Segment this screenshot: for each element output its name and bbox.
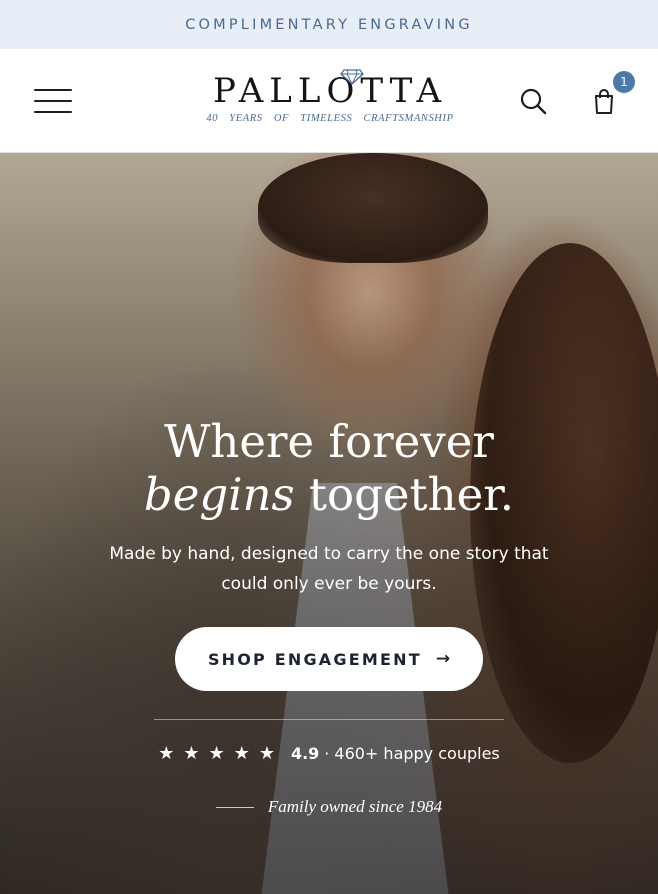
announcement-text: COMPLIMENTARY ENGRAVING	[185, 16, 473, 33]
rating-summary: ★ ★ ★ ★ ★ 4.9 · 460+ happy couples	[158, 743, 500, 764]
brand-name: PALLOTTA	[212, 71, 448, 111]
family-note: Family owned since 1984	[0, 797, 658, 817]
shopping-bag-icon[interactable]	[589, 86, 619, 116]
site-header: PALLOTTA 40 YEARS OF TIMELESS CRAFTSMANS…	[0, 49, 658, 153]
arrow-right-icon: →	[435, 649, 451, 669]
hero-subtext: Made by hand, designed to carry the one …	[109, 544, 549, 594]
hero-headline: Where forever begins together.	[143, 415, 515, 521]
diamond-icon	[340, 69, 364, 85]
announcement-bar: COMPLIMENTARY ENGRAVING	[0, 0, 658, 49]
divider	[154, 719, 504, 720]
star-icon: ★	[183, 743, 200, 764]
rating-score: 4.9	[290, 744, 320, 763]
brand-logo[interactable]: PALLOTTA 40 YEARS OF TIMELESS CRAFTSMANS…	[190, 69, 470, 133]
star-icon: ★	[208, 743, 225, 764]
cart-count-badge: 1	[613, 71, 635, 93]
search-icon[interactable]	[518, 86, 548, 116]
star-icon: ★	[258, 743, 275, 764]
shop-engagement-button[interactable]: SHOP ENGAGEMENT →	[175, 627, 483, 691]
star-rating: ★ ★ ★ ★ ★	[158, 743, 275, 764]
star-icon: ★	[233, 743, 250, 764]
brand-tagline: 40 YEARS OF TIMELESS CRAFTSMANSHIP	[206, 113, 454, 124]
headline-italic: begins	[143, 468, 295, 521]
hamburger-menu-icon[interactable]	[34, 89, 72, 113]
hero-banner: Where forever begins together. Made by h…	[0, 153, 658, 894]
rating-count: 460+ happy couples	[334, 744, 500, 763]
star-icon: ★	[158, 743, 175, 764]
